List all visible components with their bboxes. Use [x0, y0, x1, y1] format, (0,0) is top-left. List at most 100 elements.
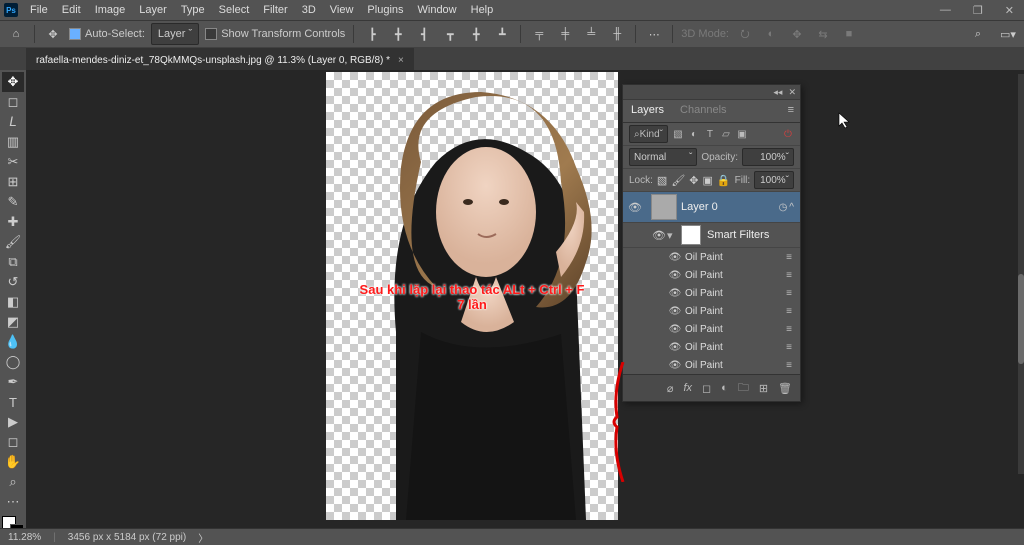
filter-blend-options-icon[interactable]: ≡ [786, 360, 792, 371]
type-tool[interactable]: T [2, 392, 24, 412]
visibility-toggle-icon[interactable]: 👁 [667, 342, 683, 353]
blend-mode-dropdown[interactable]: Normalˇ [629, 148, 697, 166]
filter-smart-icon[interactable]: ▣ [736, 128, 748, 140]
blur-tool[interactable]: 💧 [2, 332, 24, 352]
lock-artboard-icon[interactable]: ▣ [703, 174, 713, 187]
link-layers-icon[interactable]: ⌀ [667, 382, 674, 395]
align-right-icon[interactable]: ┫ [414, 25, 434, 43]
menu-plugins[interactable]: Plugins [361, 2, 409, 18]
menu-layer[interactable]: Layer [133, 2, 173, 18]
filter-shape-icon[interactable]: ▱ [720, 128, 732, 140]
filter-mask-thumbnail[interactable] [681, 225, 701, 245]
lock-position-icon[interactable]: ✥ [689, 174, 698, 187]
menu-filter[interactable]: Filter [257, 2, 293, 18]
smart-filter-item[interactable]: 👁Oil Paint≡ [623, 266, 800, 284]
window-close-button[interactable]: ✕ [999, 2, 1020, 19]
more-options-icon[interactable]: ⋯ [644, 25, 664, 43]
layer-name[interactable]: Layer 0 [681, 201, 718, 213]
document-tab[interactable]: rafaella-mendes-diniz-et_78QkMMQs-unspla… [26, 48, 414, 71]
marquee-tool[interactable]: ◻ [2, 92, 24, 112]
smart-filter-item[interactable]: 👁Oil Paint≡ [623, 356, 800, 374]
history-brush-tool[interactable]: ↺ [2, 272, 24, 292]
visibility-toggle-icon[interactable]: 👁 [651, 229, 667, 242]
layer-mask-icon[interactable]: ◻ [702, 382, 711, 395]
window-minimize-button[interactable]: — [934, 2, 957, 19]
vertical-scrollbar[interactable] [1018, 74, 1024, 474]
distribute-top-icon[interactable]: ╤ [529, 25, 549, 43]
panel-collapse-icon[interactable]: ◂◂ [773, 87, 782, 98]
filter-pixel-icon[interactable]: ▧ [672, 128, 684, 140]
visibility-toggle-icon[interactable]: 👁 [667, 270, 683, 281]
gradient-tool[interactable]: ◩ [2, 312, 24, 332]
adjustment-layer-icon[interactable]: ◐ [721, 382, 728, 394]
menu-help[interactable]: Help [465, 2, 500, 18]
lock-transparency-icon[interactable]: ▧ [657, 174, 667, 187]
filter-toggle-icon[interactable]: ⏻ [782, 128, 794, 140]
visibility-toggle-icon[interactable]: 👁 [667, 324, 683, 335]
opacity-field[interactable]: 100% ˇ [742, 148, 794, 166]
distribute-vcenter-icon[interactable]: ╪ [555, 25, 575, 43]
filter-type-dropdown[interactable]: ⌕ Kind ˇ [629, 125, 668, 143]
tab-layers[interactable]: Layers [623, 100, 672, 122]
show-transform-checkbox[interactable]: Show Transform Controls [205, 28, 345, 40]
visibility-toggle-icon[interactable]: 👁 [667, 288, 683, 299]
edit-toolbar-icon[interactable]: ⋯ [2, 492, 24, 512]
path-select-tool[interactable]: ▶ [2, 412, 24, 432]
menu-image[interactable]: Image [89, 2, 132, 18]
align-left-icon[interactable]: ┣ [362, 25, 382, 43]
smart-filters-header[interactable]: 👁 ▾ Smart Filters [623, 223, 800, 248]
lock-all-icon[interactable]: 🔒 [717, 174, 731, 187]
delete-layer-icon[interactable]: 🗑 [778, 382, 792, 395]
smart-filter-item[interactable]: 👁Oil Paint≡ [623, 338, 800, 356]
zoom-tool[interactable]: ⌕ [2, 472, 24, 492]
visibility-toggle-icon[interactable]: 👁 [667, 252, 683, 263]
menu-3d[interactable]: 3D [296, 2, 322, 18]
panel-close-icon[interactable]: ✕ [788, 87, 796, 98]
workspace-switcher-icon[interactable]: ▭▾ [998, 25, 1018, 43]
tab-channels[interactable]: Channels [672, 100, 734, 122]
smart-filter-item[interactable]: 👁Oil Paint≡ [623, 302, 800, 320]
disclosure-triangle-icon[interactable]: ▾ [667, 229, 677, 242]
align-center-h-icon[interactable]: ╋ [388, 25, 408, 43]
home-icon[interactable]: ⌂ [6, 25, 26, 43]
new-layer-icon[interactable]: ⊞ [759, 382, 768, 395]
pen-tool[interactable]: ✒ [2, 372, 24, 392]
filter-blend-options-icon[interactable]: ≡ [786, 342, 792, 353]
dodge-tool[interactable]: ◯ [2, 352, 24, 372]
window-restore-button[interactable]: ❐ [967, 2, 989, 19]
filter-blend-options-icon[interactable]: ≡ [786, 270, 792, 281]
move-tool[interactable]: ✥ [2, 72, 24, 92]
filter-adjust-icon[interactable]: ◐ [688, 128, 700, 140]
smart-filter-item[interactable]: 👁Oil Paint≡ [623, 320, 800, 338]
smart-filter-item[interactable]: 👁Oil Paint≡ [623, 248, 800, 266]
shape-tool[interactable]: ◻ [2, 432, 24, 452]
fill-field[interactable]: 100% ˇ [754, 171, 794, 189]
frame-tool[interactable]: ⊞ [2, 172, 24, 192]
auto-select-target-dropdown[interactable]: Layer ˇ [151, 23, 199, 45]
group-layers-icon[interactable]: 🗀 [738, 379, 749, 398]
crop-tool[interactable]: ✂ [2, 152, 24, 172]
zoom-level[interactable]: 11.28% [8, 532, 41, 543]
document-canvas[interactable]: Sau khi lặp lại thao tác ALt + Ctrl + F … [326, 72, 618, 520]
visibility-toggle-icon[interactable]: 👁 [667, 360, 683, 371]
document-info[interactable]: 3456 px x 5184 px (72 ppi) [68, 532, 186, 543]
eyedropper-tool[interactable]: ✎ [2, 192, 24, 212]
visibility-toggle-icon[interactable]: 👁 [667, 306, 683, 317]
menu-type[interactable]: Type [175, 2, 211, 18]
filter-blend-options-icon[interactable]: ≡ [786, 324, 792, 335]
align-top-icon[interactable]: ┳ [440, 25, 460, 43]
eraser-tool[interactable]: ◧ [2, 292, 24, 312]
object-select-tool[interactable]: ▥ [2, 132, 24, 152]
layer-row-layer0[interactable]: 👁 Layer 0 ◷^ [623, 192, 800, 223]
panel-menu-icon[interactable]: ≡ [782, 100, 800, 122]
filter-blend-options-icon[interactable]: ≡ [786, 288, 792, 299]
close-tab-icon[interactable]: × [398, 55, 404, 66]
canvas-area[interactable]: Sau khi lặp lại thao tác ALt + Ctrl + F … [26, 70, 1024, 529]
menu-window[interactable]: Window [412, 2, 463, 18]
auto-select-checkbox[interactable]: Auto-Select: [69, 28, 145, 40]
status-chevron-icon[interactable]: 〉 [198, 530, 208, 545]
filter-blend-options-icon[interactable]: ≡ [786, 306, 792, 317]
smart-filter-item[interactable]: 👁Oil Paint≡ [623, 284, 800, 302]
menu-view[interactable]: View [324, 2, 360, 18]
menu-select[interactable]: Select [213, 2, 256, 18]
